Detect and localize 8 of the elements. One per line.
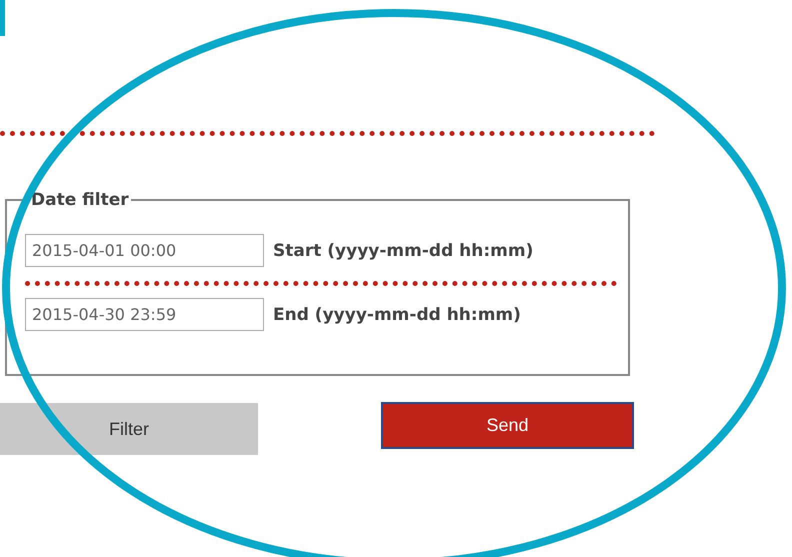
field-label: Start (yyyy-mm-dd hh:mm) bbox=[273, 240, 534, 260]
date-input[interactable]: 2015-04-01 00:00 bbox=[25, 234, 264, 267]
field-label: End (yyyy-mm-dd hh:mm) bbox=[273, 304, 521, 324]
panel-legend: Date filter bbox=[29, 190, 131, 210]
date-input[interactable]: 2015-04-30 23:59 bbox=[25, 298, 264, 331]
filter-button[interactable]: Filter bbox=[0, 403, 258, 455]
send-button[interactable]: Send bbox=[381, 402, 634, 449]
edge-marker bbox=[0, 0, 5, 36]
